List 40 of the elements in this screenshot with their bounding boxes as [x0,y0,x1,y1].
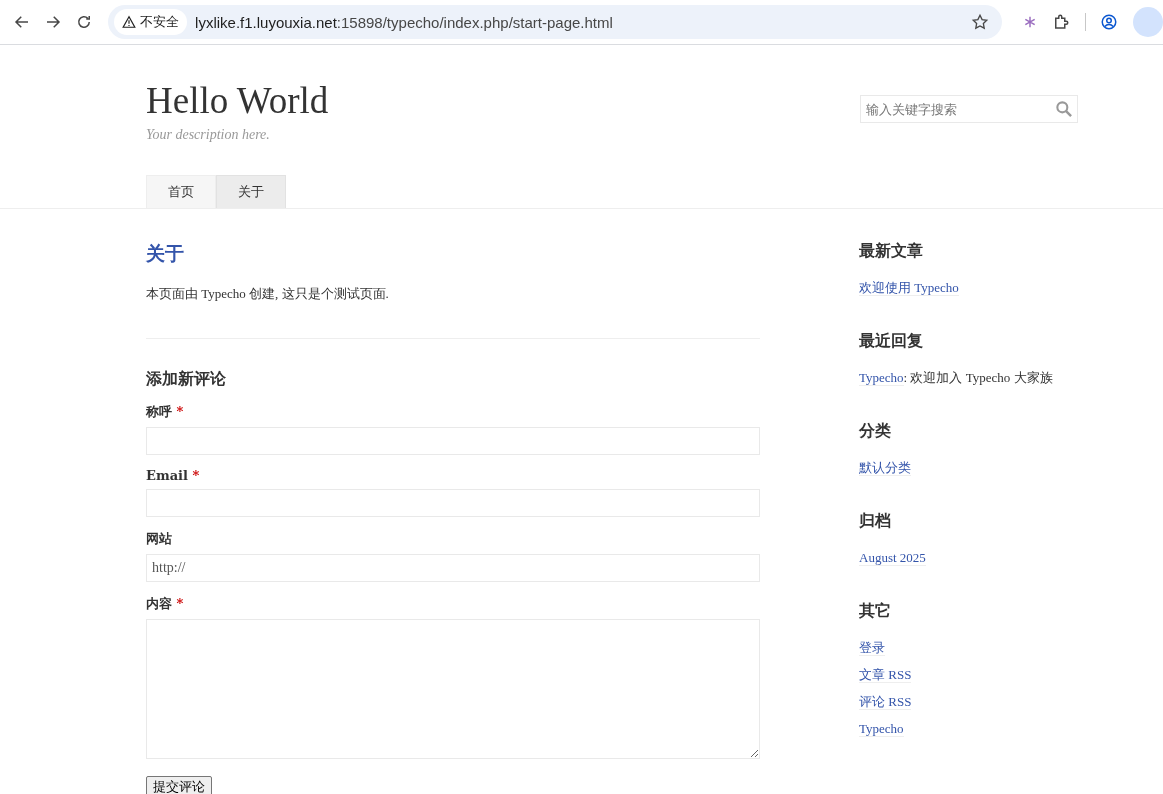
address-bar[interactable]: 不安全 lyxlike.f1.luyouxia.net:15898/typecho/index.php/start-page.html [108,5,1003,39]
puzzle-icon [1052,13,1071,31]
content-field[interactable] [146,619,760,759]
site-title[interactable]: Hello World [146,81,329,121]
comment-author-link[interactable]: Typecho [859,370,904,386]
field-label: 称呼 * [146,403,185,421]
form-title: 添加新评论 [146,369,227,390]
sidebar-link[interactable]: 默认分类 [859,460,911,476]
forward-arrow-icon [44,13,63,31]
site-description: Your description here. [146,127,271,143]
url-text: lyxlike.f1.luyouxia.net:15898/typecho/index.php/start-page.html [195,13,614,31]
search-field[interactable]: 输入关键字搜索 [860,95,1078,123]
sidebar-link[interactable]: 评论 RSS [859,694,912,710]
sidebar-link[interactable]: August 2025 [859,550,926,566]
search-button[interactable] [1054,99,1074,119]
sidebar-link[interactable]: 登录 [859,640,885,656]
star-icon [971,13,990,31]
security-chip[interactable]: 不安全 [114,9,188,35]
recent-comment: Typecho: 欢迎加入 Typecho 大家族 [859,369,1054,388]
sidebar-heading: 归档 [859,511,892,532]
field-label: 内容 * [146,595,185,613]
sidebar-link[interactable]: 文章 RSS [859,667,912,683]
input-field[interactable]: http:// [146,554,760,582]
submit-button[interactable]: 提交评论 [146,776,212,794]
nav-tab[interactable]: 关于 [216,175,286,208]
page-title: 关于 [146,241,185,266]
sidebar-heading: 分类 [859,421,892,442]
sidebar-heading: 其它 [859,601,892,622]
warning-icon [122,15,137,29]
field-label: Email * [146,468,201,483]
sidebar-heading: 最近回复 [859,331,924,352]
back-arrow-icon [12,13,31,31]
field-label: 网站 [146,530,173,548]
nav-tab[interactable]: 首页 [146,175,216,208]
profile-icon [1100,13,1119,31]
sidebar-link[interactable]: Typecho [859,721,904,737]
search-icon [1054,99,1074,119]
sidebar-link[interactable]: 欢迎使用 Typecho [859,280,959,296]
sidebar-heading: 最新文章 [859,241,924,262]
page-text: 本页面由 Typecho 创建, 这只是个测试页面. [146,285,390,303]
